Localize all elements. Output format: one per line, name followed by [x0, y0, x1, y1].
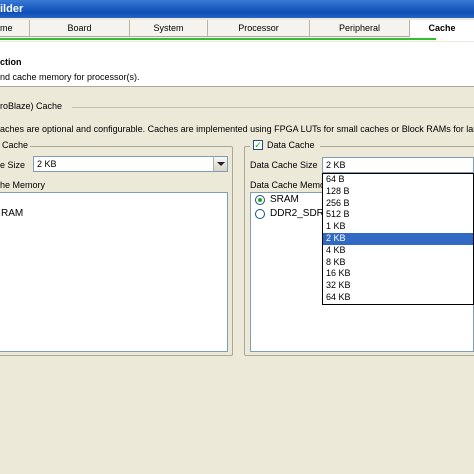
window-title: ilder: [0, 3, 24, 15]
dropdown-option-64b[interactable]: 64 B: [323, 174, 473, 186]
dropdown-option-16kb[interactable]: 16 KB: [323, 268, 473, 280]
dropdown-option-2kb[interactable]: 2 KB: [323, 233, 473, 245]
instruction-cache-size-label: e Size: [0, 160, 26, 170]
instruction-cache-legend: Cache: [0, 140, 31, 150]
tab-welcome[interactable]: me: [0, 20, 30, 37]
chevron-down-icon[interactable]: [213, 157, 227, 171]
data-cache-size-label: Data Cache Size: [250, 160, 318, 170]
window-title-bar: ilder: [0, 0, 474, 18]
checkmark-icon: ✓: [254, 140, 262, 150]
dropdown-option-1kb[interactable]: 1 KB: [323, 221, 473, 233]
tab-system[interactable]: System: [130, 20, 208, 37]
tab-cache[interactable]: Cache: [410, 20, 474, 37]
instruction-cache-memory-list[interactable]: RAM: [0, 192, 228, 352]
cache-group-title: roBlaze) Cache: [0, 101, 66, 111]
wizard-progress-fill: [0, 38, 437, 40]
dropdown-option-512b[interactable]: 512 B: [323, 209, 473, 221]
tab-board[interactable]: Board: [30, 20, 130, 37]
page-title: ction: [0, 57, 22, 67]
dropdown-option-256b[interactable]: 256 B: [323, 198, 473, 210]
dropdown-option-128b[interactable]: 128 B: [323, 186, 473, 198]
wizard-progress-bar: [0, 37, 474, 41]
ddr2-radio[interactable]: [255, 209, 265, 219]
page-header: ction nd cache memory for processor(s).: [0, 42, 474, 87]
list-item[interactable]: RAM: [1, 208, 23, 219]
data-cache-size-combo[interactable]: 2 KB: [322, 157, 474, 173]
dropdown-option-64kb[interactable]: 64 KB: [323, 292, 473, 304]
page-description: nd cache memory for processor(s).: [0, 72, 140, 82]
dropdown-option-4kb[interactable]: 4 KB: [323, 245, 473, 257]
tab-processor[interactable]: Processor: [208, 20, 310, 37]
sram-radio-label[interactable]: SRAM: [270, 194, 299, 205]
data-cache-checkbox-label: Data Cache: [267, 140, 315, 150]
group-divider: [72, 107, 474, 108]
tab-peripheral[interactable]: Peripheral: [310, 20, 410, 37]
instruction-cache-size-combo[interactable]: 2 KB: [33, 156, 228, 172]
instruction-cache-size-value: 2 KB: [37, 159, 57, 169]
data-cache-checkbox[interactable]: ✓: [253, 140, 263, 150]
dropdown-option-32kb[interactable]: 32 KB: [323, 280, 473, 292]
wizard-tabs: me Board System Processor Peripheral Cac…: [0, 20, 474, 37]
cache-size-dropdown-list[interactable]: 64 B 128 B 256 B 512 B 1 KB 2 KB 4 KB 8 …: [322, 173, 474, 305]
dropdown-option-8kb[interactable]: 8 KB: [323, 257, 473, 269]
data-cache-size-value: 2 KB: [326, 160, 346, 170]
cache-group-description: aches are optional and configurable. Cac…: [0, 124, 474, 134]
data-cache-legend: ✓ Data Cache: [250, 139, 320, 151]
sram-radio[interactable]: [255, 195, 265, 205]
data-cache-memory-label: Data Cache Memo: [250, 180, 326, 190]
instruction-cache-memory-label: he Memory: [0, 180, 46, 190]
